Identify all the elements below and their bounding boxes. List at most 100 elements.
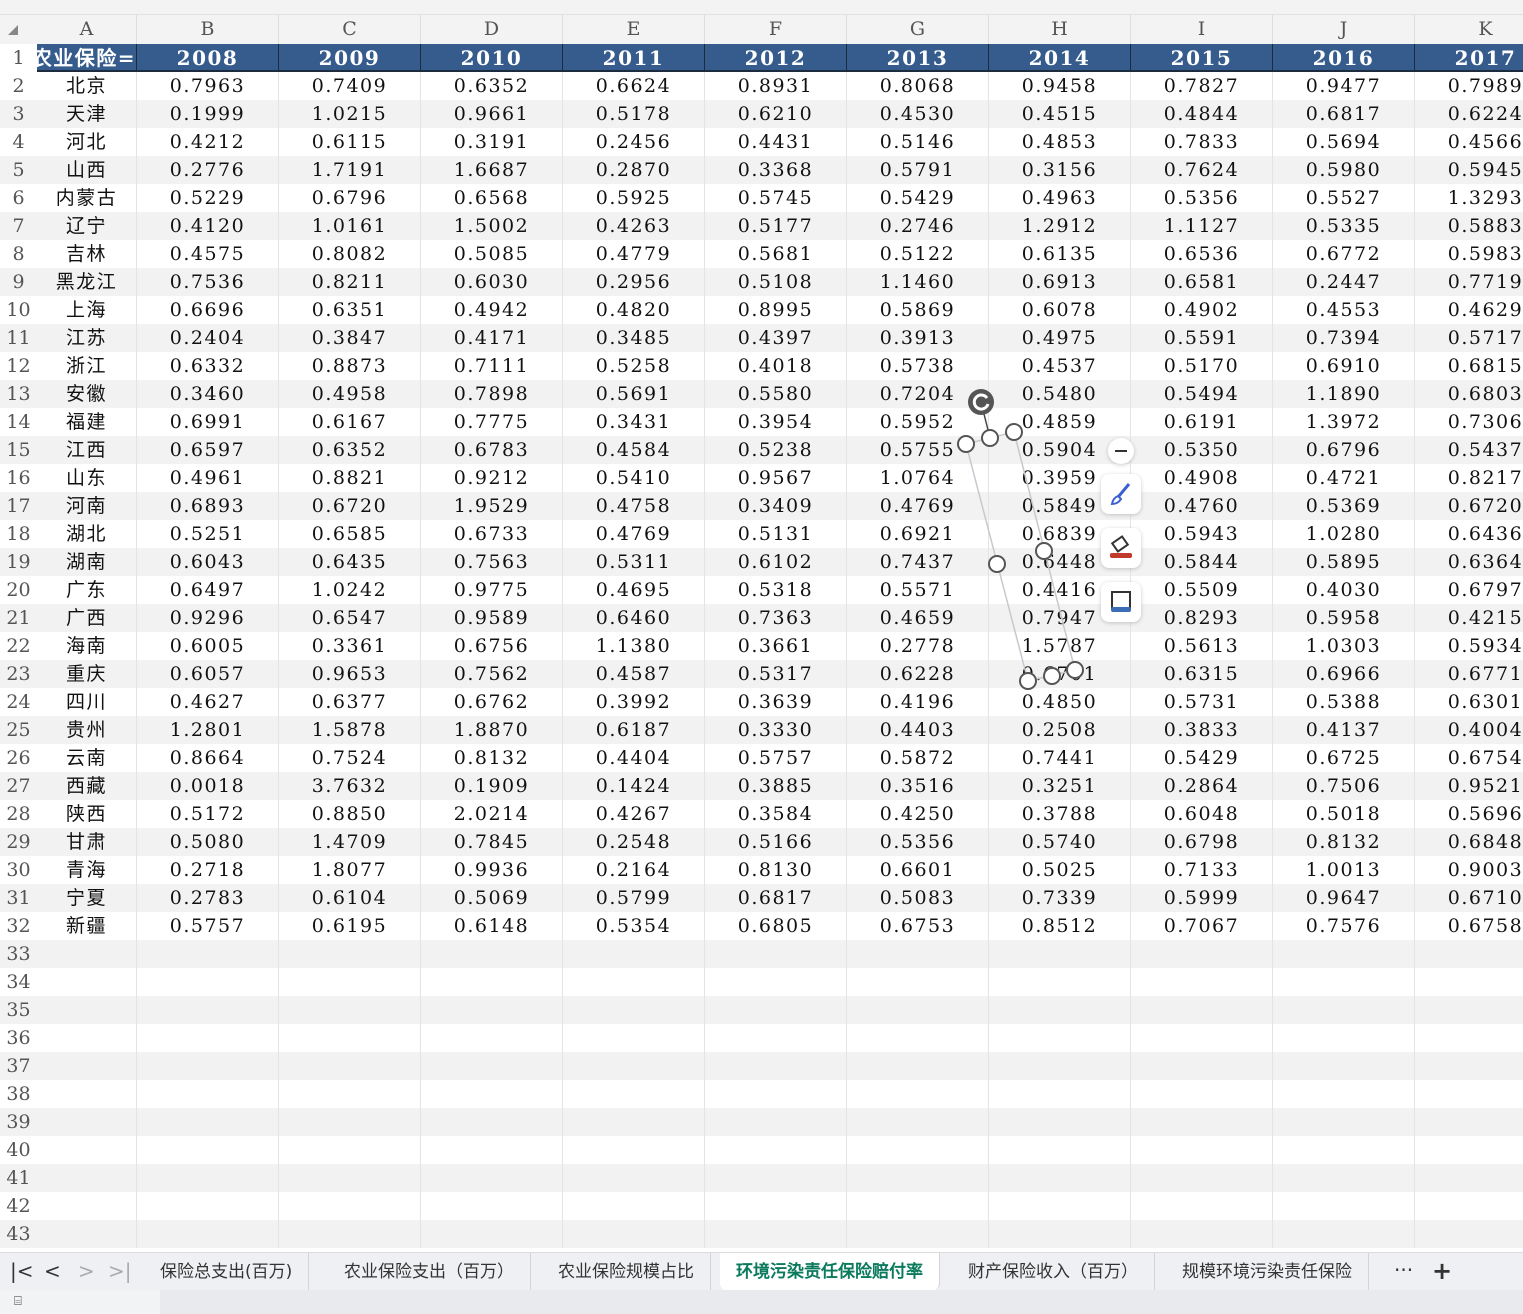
cell-B8[interactable]: 0.4575 (137, 240, 279, 268)
cell-B34[interactable] (137, 968, 279, 996)
cell-D40[interactable] (421, 1136, 563, 1164)
cell-I1[interactable]: 2015 (1131, 44, 1273, 72)
cell-H23[interactable]: 0.6701 (989, 660, 1131, 688)
select-all-button[interactable] (8, 25, 18, 35)
cell-H11[interactable]: 0.4975 (989, 324, 1131, 352)
cell-G43[interactable] (847, 1220, 989, 1248)
row-header[interactable]: 20 (0, 576, 37, 604)
cell-C26[interactable]: 0.7524 (279, 744, 421, 772)
cell-D16[interactable]: 0.9212 (421, 464, 563, 492)
cell-J10[interactable]: 0.4553 (1273, 296, 1415, 324)
cell-C1[interactable]: 2009 (279, 44, 421, 72)
cell-E40[interactable] (563, 1136, 705, 1164)
cell-F39[interactable] (705, 1108, 847, 1136)
cell-D10[interactable]: 0.4942 (421, 296, 563, 324)
cell-I31[interactable]: 0.5999 (1131, 884, 1273, 912)
cell-A42[interactable] (37, 1192, 137, 1220)
cell-F41[interactable] (705, 1164, 847, 1192)
cell-F8[interactable]: 0.5681 (705, 240, 847, 268)
cell-C8[interactable]: 0.8082 (279, 240, 421, 268)
row-header[interactable]: 29 (0, 828, 37, 856)
cell-K13[interactable]: 0.6803 (1415, 380, 1523, 408)
first-sheet-button[interactable]: |< (10, 1259, 34, 1283)
cell-A26[interactable]: 云南 (37, 744, 137, 772)
row-header[interactable]: 39 (0, 1108, 37, 1136)
cell-B21[interactable]: 0.9296 (137, 604, 279, 632)
cell-K19[interactable]: 0.6364 (1415, 548, 1523, 576)
cell-J23[interactable]: 0.6966 (1273, 660, 1415, 688)
next-sheet-button[interactable]: > (78, 1259, 95, 1283)
cell-I12[interactable]: 0.5170 (1131, 352, 1273, 380)
cell-B33[interactable] (137, 940, 279, 968)
cell-H10[interactable]: 0.6078 (989, 296, 1131, 324)
cell-F37[interactable] (705, 1052, 847, 1080)
cell-G3[interactable]: 0.4530 (847, 100, 989, 128)
cell-J13[interactable]: 1.1890 (1273, 380, 1415, 408)
cell-C35[interactable] (279, 996, 421, 1024)
cell-C7[interactable]: 1.0161 (279, 212, 421, 240)
cell-A15[interactable]: 江西 (37, 436, 137, 464)
cell-A38[interactable] (37, 1080, 137, 1108)
cell-F30[interactable]: 0.8130 (705, 856, 847, 884)
cell-C40[interactable] (279, 1136, 421, 1164)
cell-J1[interactable]: 2016 (1273, 44, 1415, 72)
sheet-tab[interactable]: 财产保险收入（百万） (952, 1253, 1155, 1291)
cell-H33[interactable] (989, 940, 1131, 968)
cell-I28[interactable]: 0.6048 (1131, 800, 1273, 828)
cell-A35[interactable] (37, 996, 137, 1024)
cell-J8[interactable]: 0.6772 (1273, 240, 1415, 268)
cell-B18[interactable]: 0.5251 (137, 520, 279, 548)
cell-F26[interactable]: 0.5757 (705, 744, 847, 772)
row-header[interactable]: 13 (0, 380, 37, 408)
cell-G11[interactable]: 0.3913 (847, 324, 989, 352)
cell-H13[interactable]: 0.5480 (989, 380, 1131, 408)
cell-C2[interactable]: 0.7409 (279, 72, 421, 100)
cell-A2[interactable]: 北京 (37, 72, 137, 100)
row-header[interactable]: 36 (0, 1024, 37, 1052)
cell-K1[interactable]: 2017 (1415, 44, 1523, 72)
cell-K14[interactable]: 0.7306 (1415, 408, 1523, 436)
cell-E15[interactable]: 0.4584 (563, 436, 705, 464)
cell-I17[interactable]: 0.4760 (1131, 492, 1273, 520)
cell-H22[interactable]: 1.5787 (989, 632, 1131, 660)
cell-G33[interactable] (847, 940, 989, 968)
cell-H1[interactable]: 2014 (989, 44, 1131, 72)
cell-E37[interactable] (563, 1052, 705, 1080)
cell-K4[interactable]: 0.4566 (1415, 128, 1523, 156)
cell-F7[interactable]: 0.5177 (705, 212, 847, 240)
cell-I16[interactable]: 0.4908 (1131, 464, 1273, 492)
row-header[interactable]: 19 (0, 548, 37, 576)
outline-button[interactable] (1101, 582, 1141, 622)
cell-B36[interactable] (137, 1024, 279, 1052)
cell-K37[interactable] (1415, 1052, 1523, 1080)
cell-J25[interactable]: 0.4137 (1273, 716, 1415, 744)
cell-D35[interactable] (421, 996, 563, 1024)
cell-I39[interactable] (1131, 1108, 1273, 1136)
cell-F21[interactable]: 0.7363 (705, 604, 847, 632)
cell-E16[interactable]: 0.5410 (563, 464, 705, 492)
cell-C13[interactable]: 0.4958 (279, 380, 421, 408)
row-header[interactable]: 30 (0, 856, 37, 884)
cell-D13[interactable]: 0.7898 (421, 380, 563, 408)
column-header-K[interactable]: K (1415, 15, 1523, 44)
cell-J18[interactable]: 1.0280 (1273, 520, 1415, 548)
cell-E33[interactable] (563, 940, 705, 968)
cell-G18[interactable]: 0.6921 (847, 520, 989, 548)
cell-G2[interactable]: 0.8068 (847, 72, 989, 100)
cell-C23[interactable]: 0.9653 (279, 660, 421, 688)
collapse-toolbar-button[interactable] (1108, 438, 1134, 464)
cell-H27[interactable]: 0.3251 (989, 772, 1131, 800)
cell-E23[interactable]: 0.4587 (563, 660, 705, 688)
cell-A25[interactable]: 贵州 (37, 716, 137, 744)
cell-C22[interactable]: 0.3361 (279, 632, 421, 660)
cell-A20[interactable]: 广东 (37, 576, 137, 604)
cell-D1[interactable]: 2010 (421, 44, 563, 72)
cell-G41[interactable] (847, 1164, 989, 1192)
cell-J30[interactable]: 1.0013 (1273, 856, 1415, 884)
cell-I4[interactable]: 0.7833 (1131, 128, 1273, 156)
cell-D3[interactable]: 0.9661 (421, 100, 563, 128)
row-header[interactable]: 8 (0, 240, 37, 268)
cell-D36[interactable] (421, 1024, 563, 1052)
cell-E13[interactable]: 0.5691 (563, 380, 705, 408)
cell-B25[interactable]: 1.2801 (137, 716, 279, 744)
